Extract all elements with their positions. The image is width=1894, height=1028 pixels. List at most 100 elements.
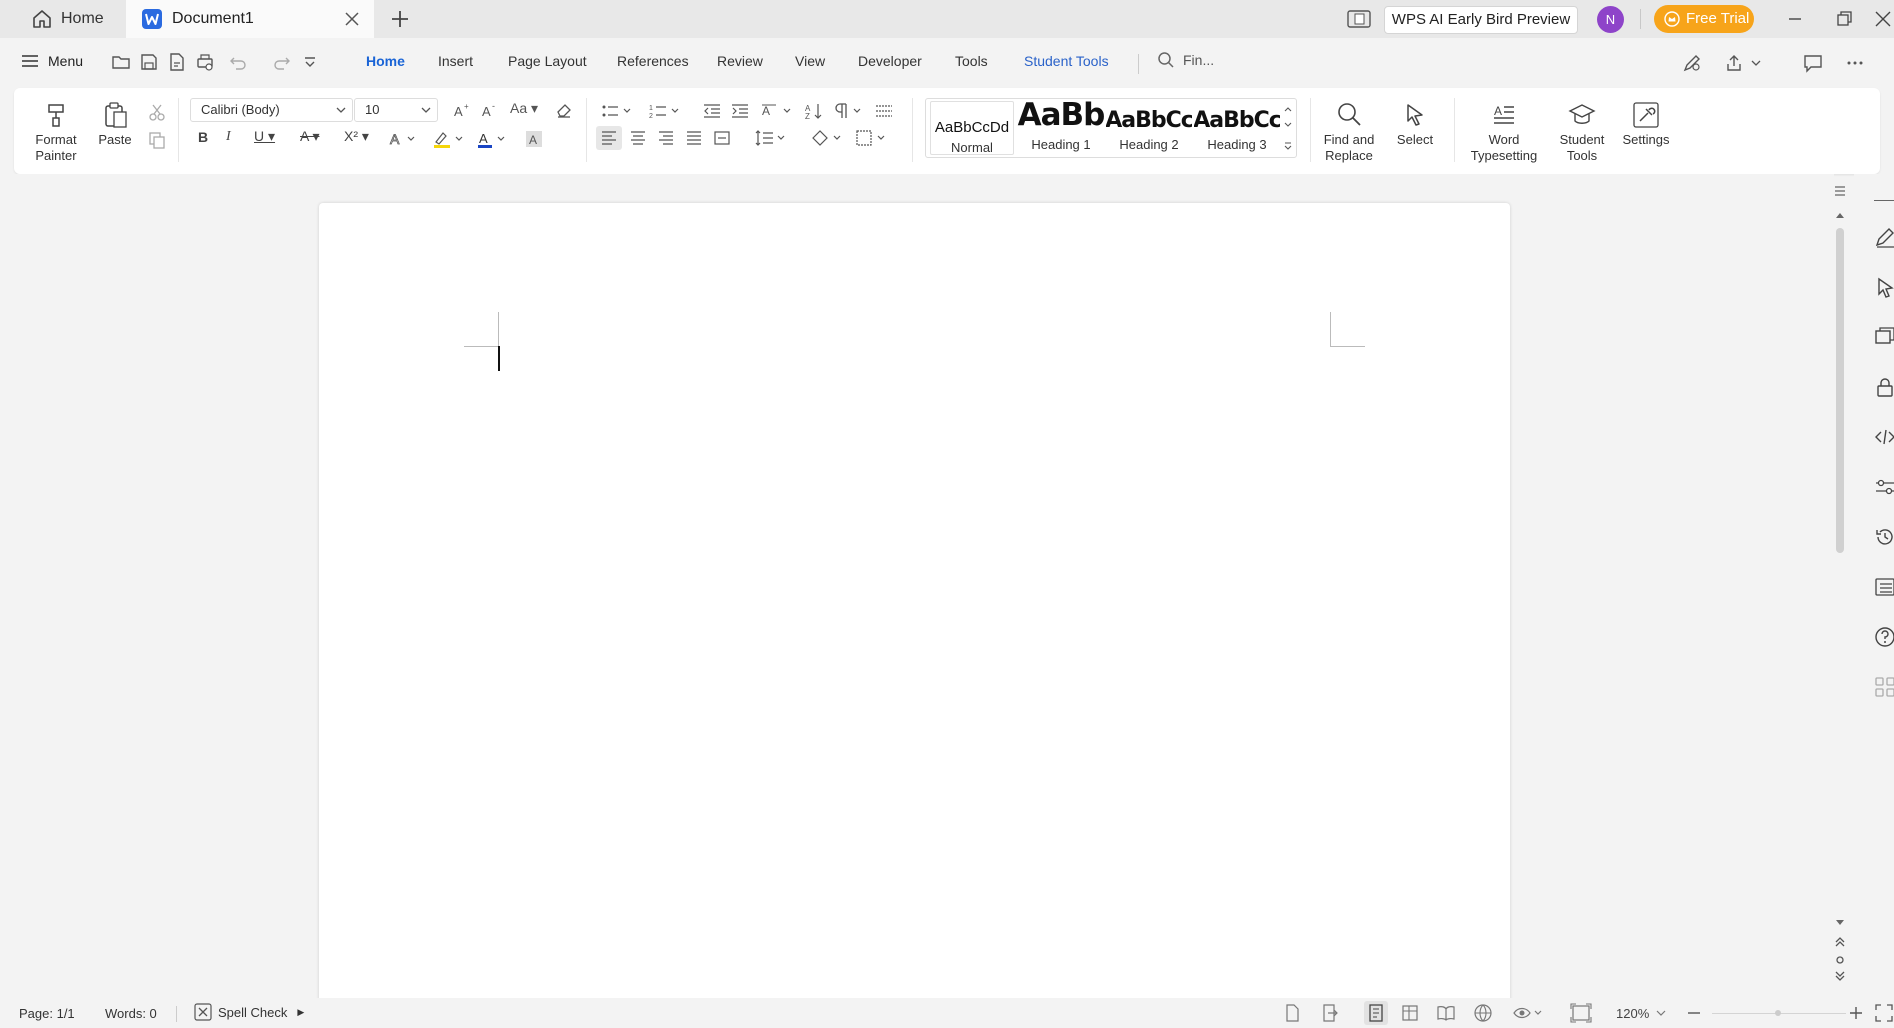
align-left-button[interactable] [596, 126, 622, 150]
font-name-select[interactable]: Calibri (Body) [190, 98, 353, 122]
bold-button[interactable]: B [198, 129, 208, 145]
align-center-icon[interactable] [628, 128, 648, 148]
print-preview-icon[interactable] [195, 52, 215, 72]
tab-developer[interactable]: Developer [858, 53, 922, 69]
outline-icon[interactable] [1874, 576, 1894, 598]
highlight-icon[interactable] [432, 129, 472, 149]
redo-icon[interactable] [272, 52, 292, 72]
share-icon[interactable] [1724, 52, 1746, 74]
show-marks-icon[interactable] [832, 101, 868, 121]
new-tab-icon[interactable] [389, 8, 411, 30]
document-info-icon[interactable] [1282, 1003, 1302, 1023]
underline-button[interactable]: U ▾ [254, 128, 275, 145]
home-tab[interactable]: Home [14, 0, 124, 38]
format-painter-button[interactable]: Format Painter [28, 100, 84, 164]
tab-view[interactable]: View [795, 53, 825, 69]
more-icon[interactable] [1844, 52, 1866, 74]
lock-icon[interactable] [1874, 376, 1894, 398]
code-icon[interactable] [1874, 426, 1894, 448]
wps-ai-button[interactable]: WPS AI Early Bird Preview [1384, 6, 1578, 34]
history-icon[interactable] [1874, 526, 1894, 548]
chevron-down-icon[interactable] [1750, 52, 1762, 74]
student-tools-button[interactable]: Student Tools [1544, 100, 1620, 164]
numbering-icon[interactable]: 12 [648, 101, 684, 121]
clear-formatting-icon[interactable] [554, 100, 574, 120]
word-typesetting-button[interactable]: A Word Typesetting [1460, 100, 1548, 164]
settings-button[interactable]: Settings [1614, 100, 1678, 148]
comment-icon[interactable] [1802, 52, 1824, 74]
find-replace-button[interactable]: Find and Replace [1314, 100, 1384, 164]
ruler-toggle-icon[interactable] [1832, 184, 1848, 198]
print-layout-view-button[interactable] [1364, 1001, 1388, 1025]
bullets-icon[interactable] [600, 101, 636, 121]
table-of-contents-icon[interactable] [874, 101, 894, 121]
page-indicator[interactable]: Page: 1/1 [19, 1006, 75, 1021]
italic-button[interactable]: I [226, 129, 231, 145]
shading-icon[interactable] [810, 128, 846, 148]
tab-home[interactable]: Home [366, 53, 405, 69]
minimize-icon[interactable] [1784, 8, 1806, 30]
free-trial-button[interactable]: Free Trial [1654, 5, 1754, 33]
select-button[interactable]: Select [1380, 100, 1450, 148]
scroll-up-icon[interactable] [1834, 210, 1846, 220]
save-icon[interactable] [139, 52, 159, 72]
style-heading-3[interactable]: AaBbCc Heading 3 [1194, 99, 1280, 157]
zoom-dropdown-icon[interactable] [1654, 1003, 1668, 1023]
font-color-icon[interactable]: A [476, 129, 516, 149]
style-heading-2[interactable]: AaBbCc Heading 2 [1106, 99, 1192, 157]
pen-icon[interactable] [1874, 226, 1894, 248]
align-right-icon[interactable] [656, 128, 676, 148]
outline-view-icon[interactable] [1400, 1003, 1420, 1023]
read-mode-icon[interactable] [1436, 1003, 1456, 1023]
fit-page-icon[interactable] [1570, 1003, 1592, 1023]
change-case-button[interactable]: Aa ▾ [510, 100, 538, 117]
increase-font-icon[interactable]: A + [452, 100, 472, 120]
scroll-down-icon[interactable] [1834, 918, 1846, 928]
export-pdf-icon[interactable] [167, 52, 187, 72]
sort-icon[interactable]: AZ [804, 101, 824, 121]
justify-icon[interactable] [684, 128, 704, 148]
copy-icon[interactable] [147, 130, 167, 150]
superscript-button[interactable]: X² ▾ [344, 128, 369, 145]
previous-page-icon[interactable] [1834, 936, 1846, 948]
collapse-sidebar-icon[interactable] [1874, 200, 1894, 201]
style-normal[interactable]: AaBbCcDd Normal [930, 101, 1014, 155]
tab-references[interactable]: References [617, 53, 689, 69]
zoom-level[interactable]: 120% [1616, 1006, 1649, 1021]
exit-icon[interactable] [1320, 1003, 1340, 1023]
copy-window-icon[interactable] [1874, 326, 1894, 348]
tab-review[interactable]: Review [717, 53, 763, 69]
help-icon[interactable] [1874, 626, 1894, 648]
tab-insert[interactable]: Insert [438, 53, 473, 69]
web-layout-icon[interactable] [1473, 1003, 1493, 1023]
avatar[interactable]: N [1597, 6, 1624, 33]
strikethrough-button[interactable]: A ▾ [300, 128, 319, 145]
undo-icon[interactable] [228, 52, 248, 72]
window-count-icon[interactable] [1347, 9, 1371, 29]
distribute-icon[interactable] [712, 128, 732, 148]
decrease-font-icon[interactable]: A- [480, 100, 500, 120]
borders-icon[interactable] [854, 128, 890, 148]
line-spacing-icon[interactable] [754, 128, 790, 148]
customize-toolbar-icon[interactable] [300, 52, 320, 72]
tab-student-tools[interactable]: Student Tools [1024, 53, 1109, 69]
share-edit-icon[interactable] [1681, 52, 1703, 74]
close-window-icon[interactable] [1872, 8, 1894, 30]
find-search-box[interactable]: Fin... [1157, 51, 1214, 69]
spell-check-button[interactable]: Spell Check ▶ [194, 1003, 304, 1021]
text-effect-icon[interactable]: A [388, 129, 428, 149]
tab-tools[interactable]: Tools [955, 53, 988, 69]
document-page[interactable] [319, 203, 1510, 1028]
increase-indent-icon[interactable] [730, 101, 750, 121]
decrease-indent-icon[interactable] [702, 101, 722, 121]
character-shading-icon[interactable]: A [524, 129, 544, 149]
cut-icon[interactable] [147, 102, 167, 122]
select-browse-object-icon[interactable] [1834, 954, 1846, 966]
scrollbar-thumb[interactable] [1836, 228, 1844, 553]
zoom-out-icon[interactable] [1684, 1003, 1704, 1023]
apps-grid-icon[interactable] [1874, 676, 1894, 698]
font-size-select[interactable]: 10 [354, 98, 438, 122]
menu-button[interactable]: Menu [20, 51, 83, 71]
zoom-in-icon[interactable] [1846, 1003, 1866, 1023]
character-spacing-icon[interactable]: A [760, 101, 796, 121]
